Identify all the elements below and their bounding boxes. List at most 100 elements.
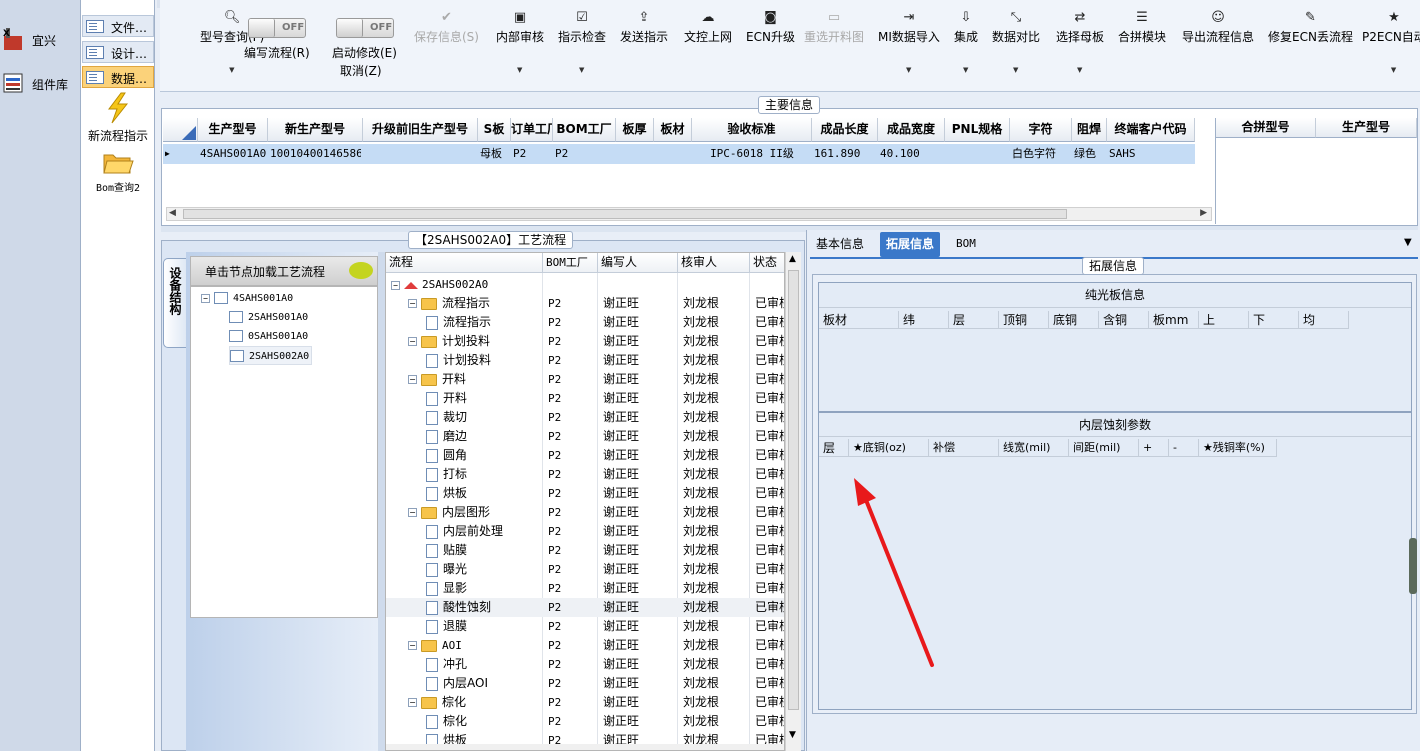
vertical-splitter[interactable]: [378, 252, 385, 751]
dropdown-arrow-icon[interactable]: ▼: [517, 66, 522, 74]
process-node[interactable]: 棕化: [426, 712, 467, 731]
process-cell-status[interactable]: 已审核: [755, 598, 784, 617]
bare-board-col-header[interactable]: 板材: [819, 311, 899, 329]
collapse-icon[interactable]: −: [408, 641, 417, 650]
bare-board-col-header[interactable]: 底铜: [1049, 311, 1099, 329]
inner-etch-col-header[interactable]: ★残铜率(%): [1199, 439, 1277, 457]
process-cell-status[interactable]: 已审核: [755, 389, 784, 408]
process-cell-factory[interactable]: P2: [548, 712, 561, 731]
process-cell-writer[interactable]: 谢正旺: [603, 674, 639, 693]
tree-node[interactable]: 2SAHS001A0: [229, 308, 308, 327]
toolbar-wrench-button[interactable]: ✎ 修复ECN丢流程: [1268, 8, 1353, 45]
process-node[interactable]: 内层AOI: [426, 674, 488, 693]
process-cell-writer[interactable]: 谢正旺: [603, 636, 639, 655]
process-node[interactable]: − 棕化: [408, 693, 466, 712]
process-node[interactable]: 流程指示: [426, 313, 491, 332]
process-cell-status[interactable]: 已审核: [755, 636, 784, 655]
process-node[interactable]: 退膜: [426, 617, 467, 636]
toolbar-import-button[interactable]: ⇥ MI数据导入 ▼: [878, 8, 940, 74]
process-cell-writer[interactable]: 谢正旺: [603, 408, 639, 427]
process-horizontal-scrollbar[interactable]: [386, 744, 784, 750]
table-cell[interactable]: P2: [513, 144, 551, 164]
dropdown-arrow-icon[interactable]: ▼: [963, 66, 968, 74]
process-cell-checker[interactable]: 刘龙根: [683, 541, 719, 560]
process-cell-writer[interactable]: 谢正旺: [603, 370, 639, 389]
bare-board-col-header[interactable]: 板mm: [1149, 311, 1199, 329]
process-col-header[interactable]: BOM工厂: [543, 253, 598, 273]
process-cell-factory[interactable]: P2: [548, 522, 561, 541]
toolbar-compare-button[interactable]: ⤡ 数据对比 ▼: [992, 8, 1040, 74]
process-cell-checker[interactable]: 刘龙根: [683, 427, 719, 446]
process-cell-checker[interactable]: 刘龙根: [683, 560, 719, 579]
bare-board-col-header[interactable]: 顶铜: [999, 311, 1049, 329]
toolbar-check-button[interactable]: ✔ 保存信息(S): [414, 8, 479, 45]
process-cell-status[interactable]: 已审核: [755, 674, 784, 693]
process-root-node[interactable]: − 2SAHS002A0: [391, 275, 488, 294]
process-cell-factory[interactable]: P2: [548, 579, 561, 598]
process-cell-writer[interactable]: 谢正旺: [603, 484, 639, 503]
bare-board-col-header[interactable]: 含铜: [1099, 311, 1149, 329]
process-cell-status[interactable]: 已审核: [755, 541, 784, 560]
main-col-header[interactable]: 新生产型号: [268, 118, 363, 142]
collapse-icon[interactable]: −: [391, 280, 400, 290]
process-cell-writer[interactable]: 谢正旺: [603, 693, 639, 712]
toolbar-download-button[interactable]: ⇩ 集成 ▼: [954, 8, 978, 74]
tree-node-selected[interactable]: 2SAHS002A0: [229, 346, 313, 365]
collapse-icon[interactable]: −: [408, 337, 417, 346]
process-cell-factory[interactable]: P2: [548, 332, 561, 351]
process-cell-checker[interactable]: 刘龙根: [683, 294, 719, 313]
process-cell-writer[interactable]: 谢正旺: [603, 522, 639, 541]
process-cell-status[interactable]: 已审核: [755, 370, 784, 389]
scroll-right-icon[interactable]: ▶: [1200, 208, 1207, 218]
main-col-header[interactable]: 升级前旧生产型号: [363, 118, 478, 142]
table-cell[interactable]: 40.100: [880, 144, 943, 164]
process-cell-checker[interactable]: 刘龙根: [683, 712, 719, 731]
process-node[interactable]: − 内层图形: [408, 503, 490, 522]
process-cell-writer[interactable]: 谢正旺: [603, 712, 639, 731]
main-col-header[interactable]: 阻焊: [1072, 118, 1107, 142]
process-cell-status[interactable]: 已审核: [755, 522, 784, 541]
process-cell-factory[interactable]: P2: [548, 503, 561, 522]
table-cell[interactable]: 161.890: [814, 144, 876, 164]
tab-basic-info[interactable]: 基本信息: [810, 232, 870, 257]
cancel-toggle-label[interactable]: 取消(Z): [340, 62, 382, 79]
scroll-left-icon[interactable]: ◀: [169, 208, 176, 218]
process-cell-status[interactable]: 已审核: [755, 465, 784, 484]
scroll-thumb[interactable]: [183, 209, 1067, 219]
process-vertical-scrollbar[interactable]: ▲ ▼: [785, 252, 801, 751]
process-cell-factory[interactable]: P2: [548, 674, 561, 693]
bare-board-col-header[interactable]: 纬: [899, 311, 949, 329]
process-cell-checker[interactable]: 刘龙根: [683, 446, 719, 465]
process-cell-writer[interactable]: 谢正旺: [603, 579, 639, 598]
nav-item-yixing[interactable]: X 宜兴: [0, 20, 81, 60]
main-col-header[interactable]: 生产型号: [198, 118, 268, 142]
process-cell-status[interactable]: 已审核: [755, 560, 784, 579]
process-cell-factory[interactable]: P2: [548, 617, 561, 636]
collapse-icon[interactable]: −: [408, 698, 417, 707]
main-col-header[interactable]: 成品长度: [812, 118, 878, 142]
process-cell-factory[interactable]: P2: [548, 465, 561, 484]
process-node[interactable]: 圆角: [426, 446, 467, 465]
process-cell-writer[interactable]: 谢正旺: [603, 541, 639, 560]
inner-etch-col-header[interactable]: +: [1139, 439, 1169, 457]
process-cell-factory[interactable]: P2: [548, 408, 561, 427]
process-cell-checker[interactable]: 刘龙根: [683, 503, 719, 522]
process-cell-checker[interactable]: 刘龙根: [683, 522, 719, 541]
process-cell-factory[interactable]: P2: [548, 693, 561, 712]
table-cell[interactable]: P2: [555, 144, 614, 164]
process-cell-status[interactable]: 已审核: [755, 712, 784, 731]
process-cell-factory[interactable]: P2: [548, 351, 561, 370]
process-cell-writer[interactable]: 谢正旺: [603, 294, 639, 313]
process-col-header[interactable]: 流程: [386, 253, 543, 273]
process-cell-writer[interactable]: 谢正旺: [603, 617, 639, 636]
process-node[interactable]: − 流程指示: [408, 294, 490, 313]
toolbar-list-button[interactable]: ☰ 合拼模块: [1118, 8, 1166, 45]
process-cell-checker[interactable]: 刘龙根: [683, 579, 719, 598]
toggle2-toggle[interactable]: OFF: [336, 18, 394, 38]
process-node[interactable]: 酸性蚀刻: [426, 598, 491, 617]
toolbar-print-button[interactable]: ▣ 内部审核 ▼: [496, 8, 544, 74]
bare-board-col-header[interactable]: 层: [949, 311, 999, 329]
new-flow-button[interactable]: 新流程指示: [81, 92, 155, 144]
main-col-header[interactable]: 验收标准: [692, 118, 812, 142]
process-node[interactable]: 冲孔: [426, 655, 467, 674]
